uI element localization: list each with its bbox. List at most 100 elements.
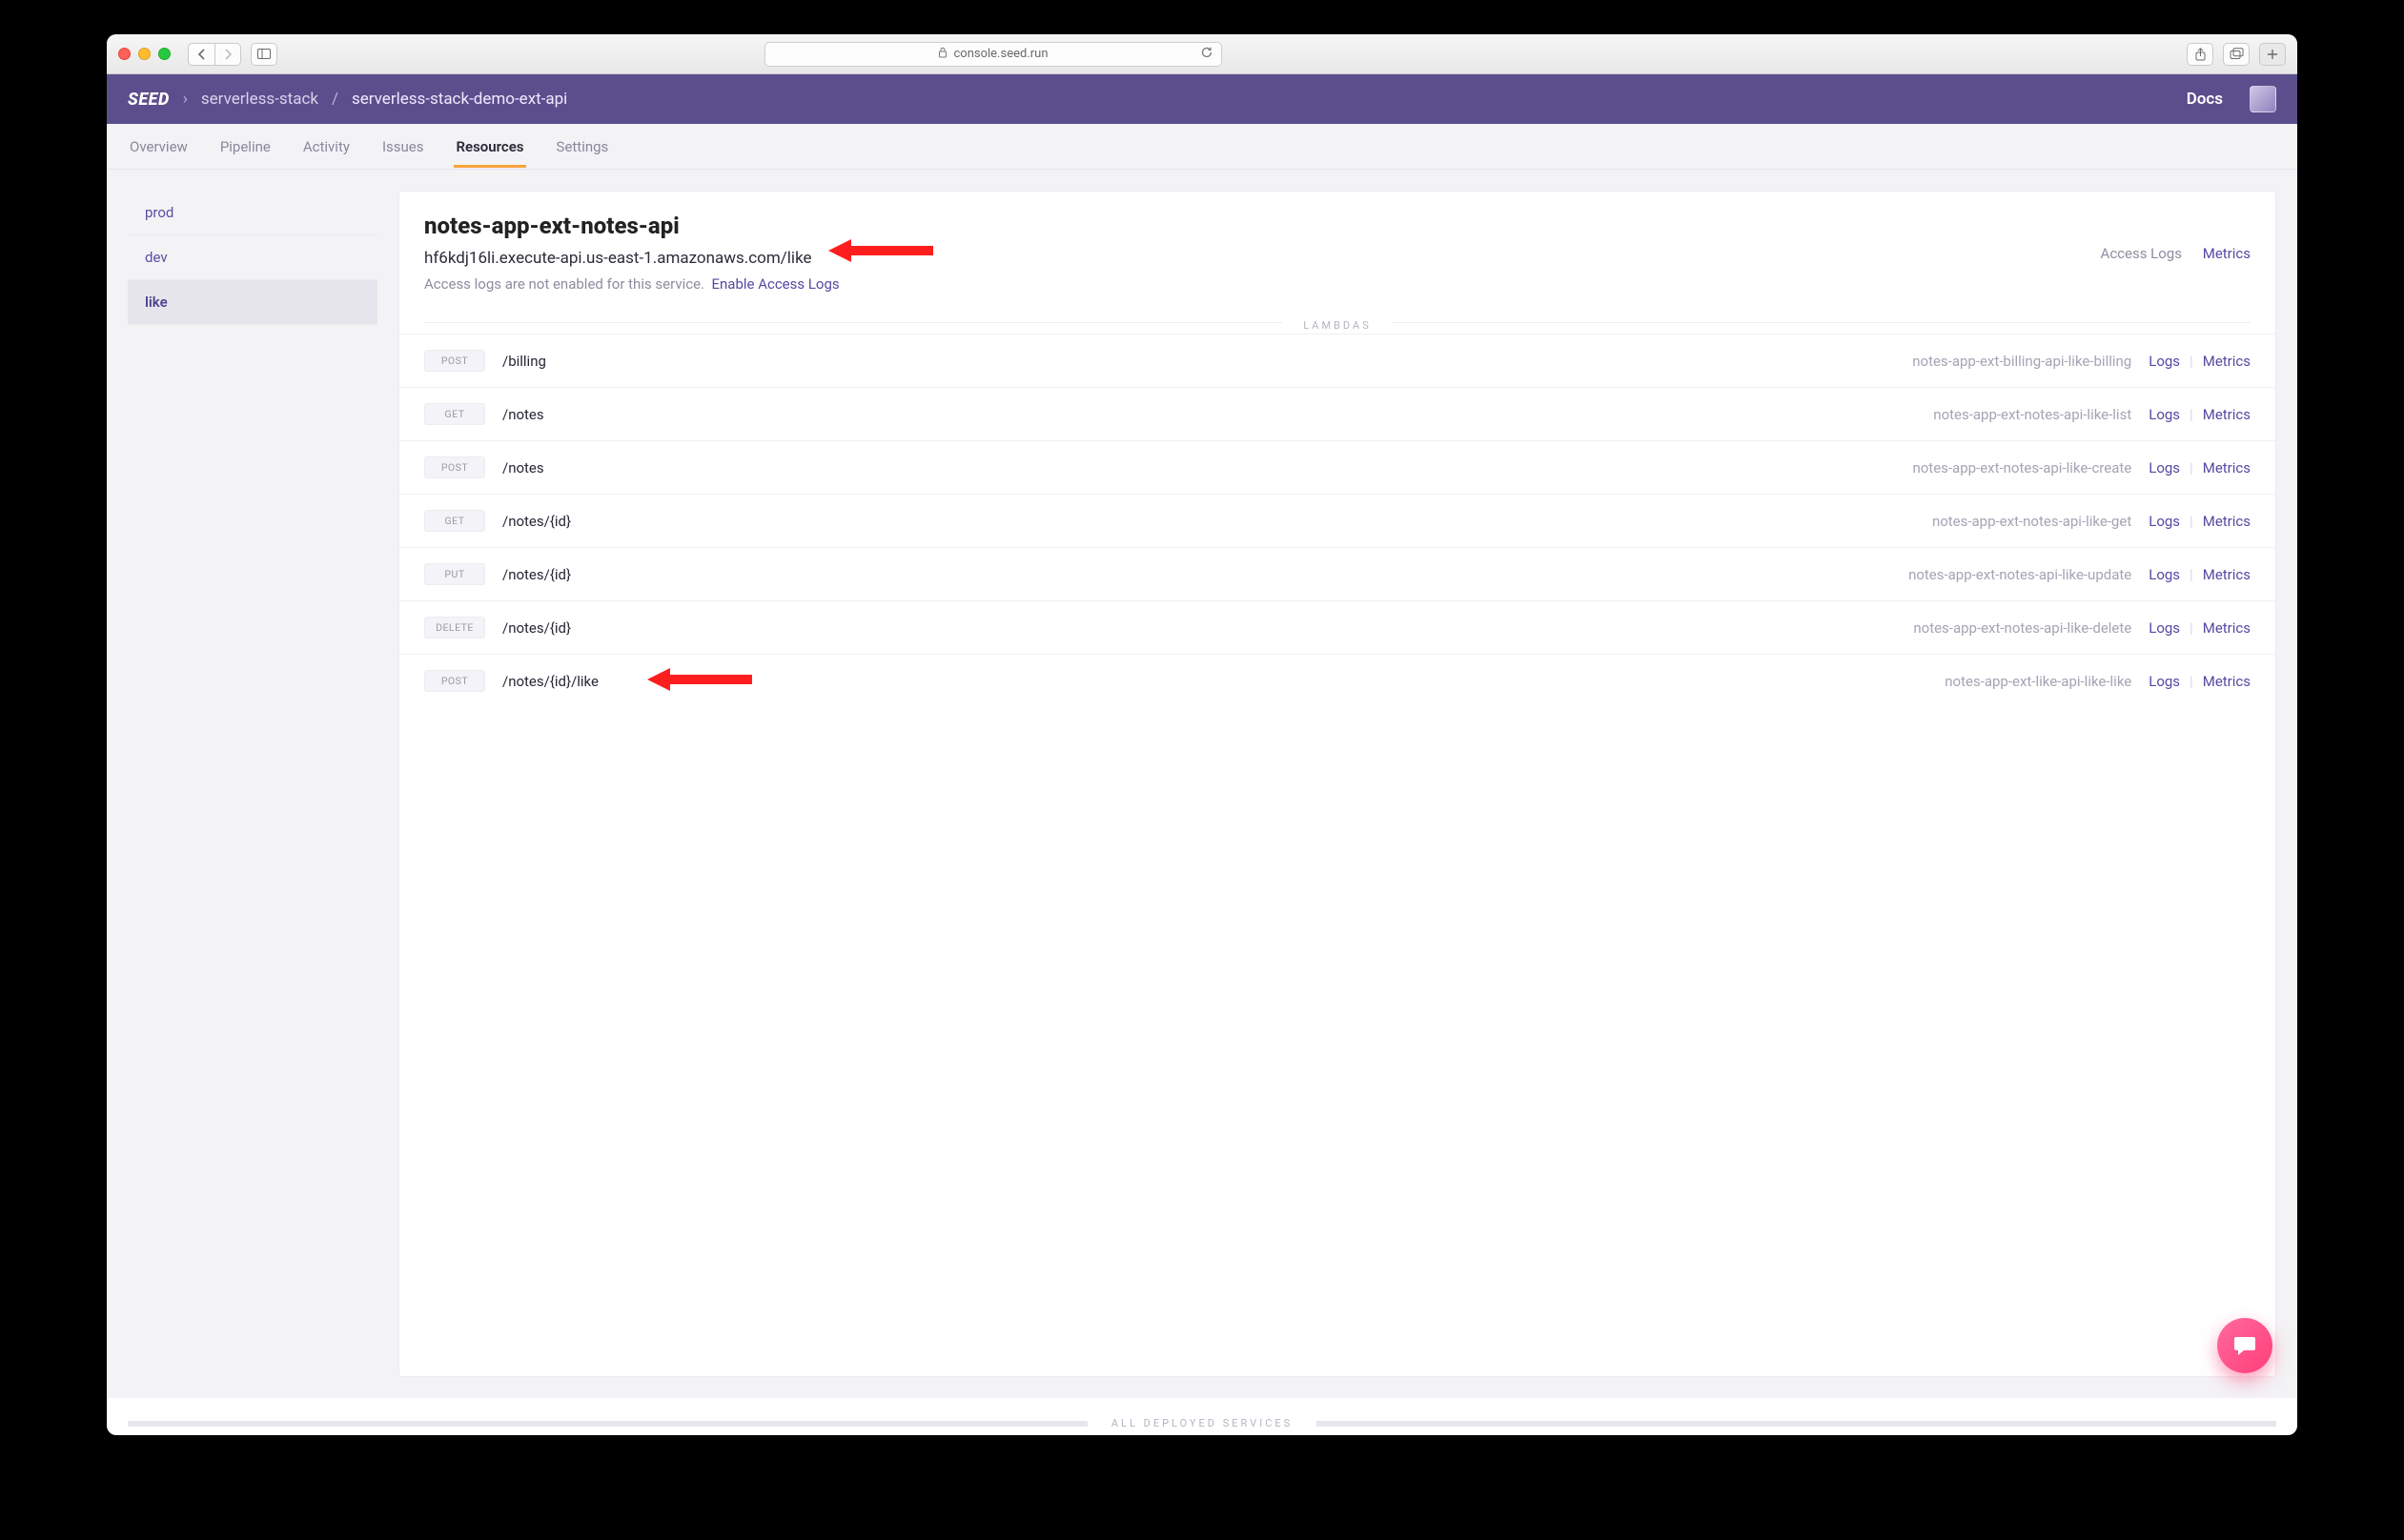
address-bar[interactable]: console.seed.run	[764, 42, 1222, 67]
minimize-icon[interactable]	[138, 48, 151, 60]
sidebar-item-dev[interactable]: dev	[128, 235, 377, 280]
route-path: /billing	[502, 353, 750, 370]
access-logs-note: Access logs are not enabled for this ser…	[424, 275, 2251, 293]
window-controls	[118, 48, 171, 60]
titlebar-right	[2187, 43, 2286, 66]
nav-back-forward	[188, 43, 241, 66]
sidebar-toggle-button[interactable]	[251, 43, 277, 66]
logs-link[interactable]: Logs	[2149, 619, 2180, 637]
lambda-function-name: notes-app-ext-notes-api-like-delete	[767, 619, 2131, 637]
close-icon[interactable]	[118, 48, 131, 60]
avatar[interactable]	[2250, 86, 2276, 112]
lock-icon	[938, 47, 947, 62]
row-actions: Logs|Metrics	[2149, 459, 2251, 476]
lambda-function-name: notes-app-ext-notes-api-like-create	[767, 459, 2131, 476]
metrics-link[interactable]: Metrics	[2203, 566, 2251, 583]
logs-link[interactable]: Logs	[2149, 353, 2180, 370]
tabs-overview-button[interactable]	[2223, 43, 2250, 66]
breadcrumb-org[interactable]: serverless-stack	[201, 90, 318, 109]
row-actions: Logs|Metrics	[2149, 619, 2251, 637]
row-actions: Logs|Metrics	[2149, 513, 2251, 530]
lambda-row: POST/notes/{id}/like notes-app-ext-like-a…	[399, 654, 2275, 707]
breadcrumb-app[interactable]: serverless-stack-demo-ext-api	[352, 90, 567, 109]
browser-window: console.seed.run SEED › serverless-stack…	[107, 34, 2297, 1435]
reload-icon[interactable]	[1200, 46, 1213, 63]
metrics-link[interactable]: Metrics	[2203, 245, 2251, 262]
metrics-link[interactable]: Metrics	[2203, 673, 2251, 690]
http-method-badge: PUT	[424, 563, 485, 585]
enable-access-logs-link[interactable]: Enable Access Logs	[711, 275, 839, 293]
http-method-badge: GET	[424, 510, 485, 532]
lambdas-section-label: LAMBDAS	[399, 310, 2275, 334]
nav-tabs: Overview Pipeline Activity Issues Resour…	[107, 124, 2297, 170]
http-method-badge: POST	[424, 456, 485, 478]
http-method-badge: POST	[424, 670, 485, 692]
access-logs-disabled: Access Logs	[2101, 245, 2182, 262]
lambda-function-name: notes-app-ext-notes-api-like-get	[767, 513, 2131, 530]
lambda-row: GET/notes notes-app-ext-notes-api-like-li…	[399, 387, 2275, 440]
address-text: console.seed.run	[953, 47, 1048, 61]
breadcrumb-sep: /	[332, 90, 338, 109]
route-path: /notes/{id}	[502, 619, 750, 637]
lambda-function-name: notes-app-ext-notes-api-like-list	[767, 406, 2131, 423]
sidebar-item-like[interactable]: like	[128, 280, 377, 325]
maximize-icon[interactable]	[158, 48, 171, 60]
metrics-link[interactable]: Metrics	[2203, 459, 2251, 476]
lambda-function-name: notes-app-ext-notes-api-like-update	[767, 566, 2131, 583]
breadcrumb-sep: ›	[183, 90, 188, 109]
lambda-row: POST/notes notes-app-ext-notes-api-like-c…	[399, 440, 2275, 494]
route-path: /notes	[502, 459, 750, 476]
service-title: notes-app-ext-notes-api	[424, 213, 2251, 239]
row-actions: Logs|Metrics	[2149, 353, 2251, 370]
metrics-link[interactable]: Metrics	[2203, 353, 2251, 370]
http-method-badge: POST	[424, 350, 485, 372]
browser-titlebar: console.seed.run	[107, 34, 2297, 74]
logs-link[interactable]: Logs	[2149, 566, 2180, 583]
nav-back-button[interactable]	[188, 43, 214, 66]
logs-link[interactable]: Logs	[2149, 513, 2180, 530]
page-body: prod dev like notes-app-ext-notes-api hf…	[107, 170, 2297, 1398]
panel-actions: Access Logs Metrics	[2101, 245, 2251, 262]
route-path: /notes/{id}	[502, 566, 750, 583]
row-actions: Logs|Metrics	[2149, 406, 2251, 423]
metrics-link[interactable]: Metrics	[2203, 406, 2251, 423]
lambda-row: PUT/notes/{id} notes-app-ext-notes-api-li…	[399, 547, 2275, 600]
metrics-link[interactable]: Metrics	[2203, 513, 2251, 530]
http-method-badge: GET	[424, 403, 485, 425]
share-button[interactable]	[2187, 43, 2213, 66]
app-header: SEED › serverless-stack / serverless-sta…	[107, 74, 2297, 124]
metrics-link[interactable]: Metrics	[2203, 619, 2251, 637]
service-endpoint: hf6kdj16li.execute-api.us-east-1.amazona…	[424, 249, 2251, 268]
tab-overview[interactable]: Overview	[128, 126, 190, 168]
lambda-row: POST/billing notes-app-ext-billing-api-li…	[399, 334, 2275, 387]
tab-settings[interactable]: Settings	[555, 126, 611, 168]
logs-link[interactable]: Logs	[2149, 406, 2180, 423]
tab-issues[interactable]: Issues	[380, 126, 426, 168]
lambda-function-name: notes-app-ext-billing-api-like-billing	[767, 353, 2131, 370]
app-logo[interactable]: SEED	[128, 90, 170, 110]
chat-button[interactable]	[2217, 1318, 2272, 1373]
route-path: /notes	[502, 406, 750, 423]
row-actions: Logs|Metrics	[2149, 673, 2251, 690]
logs-link[interactable]: Logs	[2149, 459, 2180, 476]
lambda-rows: POST/billing notes-app-ext-billing-api-li…	[399, 334, 2275, 1376]
row-actions: Logs|Metrics	[2149, 566, 2251, 583]
all-deployed-label: ALL DEPLOYED SERVICES	[128, 1411, 2276, 1435]
stage-sidebar: prod dev like	[128, 191, 377, 1377]
route-path: /notes/{id}	[502, 513, 750, 530]
new-tab-button[interactable]	[2259, 43, 2286, 66]
docs-link[interactable]: Docs	[2187, 90, 2223, 109]
sidebar-item-prod[interactable]: prod	[128, 191, 377, 235]
lambda-function-name: notes-app-ext-like-api-like-like	[767, 673, 2131, 690]
tab-activity[interactable]: Activity	[301, 126, 352, 168]
route-path: /notes/{id}/like	[502, 673, 750, 690]
lambda-row: GET/notes/{id} notes-app-ext-notes-api-li…	[399, 494, 2275, 547]
access-logs-text: Access logs are not enabled for this ser…	[424, 275, 704, 293]
logs-link[interactable]: Logs	[2149, 673, 2180, 690]
panel-header: notes-app-ext-notes-api hf6kdj16li.execu…	[399, 192, 2275, 310]
service-panel: notes-app-ext-notes-api hf6kdj16li.execu…	[398, 191, 2276, 1377]
tab-pipeline[interactable]: Pipeline	[218, 126, 273, 168]
nav-forward-button[interactable]	[214, 43, 241, 66]
lambda-row: DELETE/notes/{id}notes-app-ext-notes-api…	[399, 600, 2275, 654]
tab-resources[interactable]: Resources	[454, 126, 525, 168]
